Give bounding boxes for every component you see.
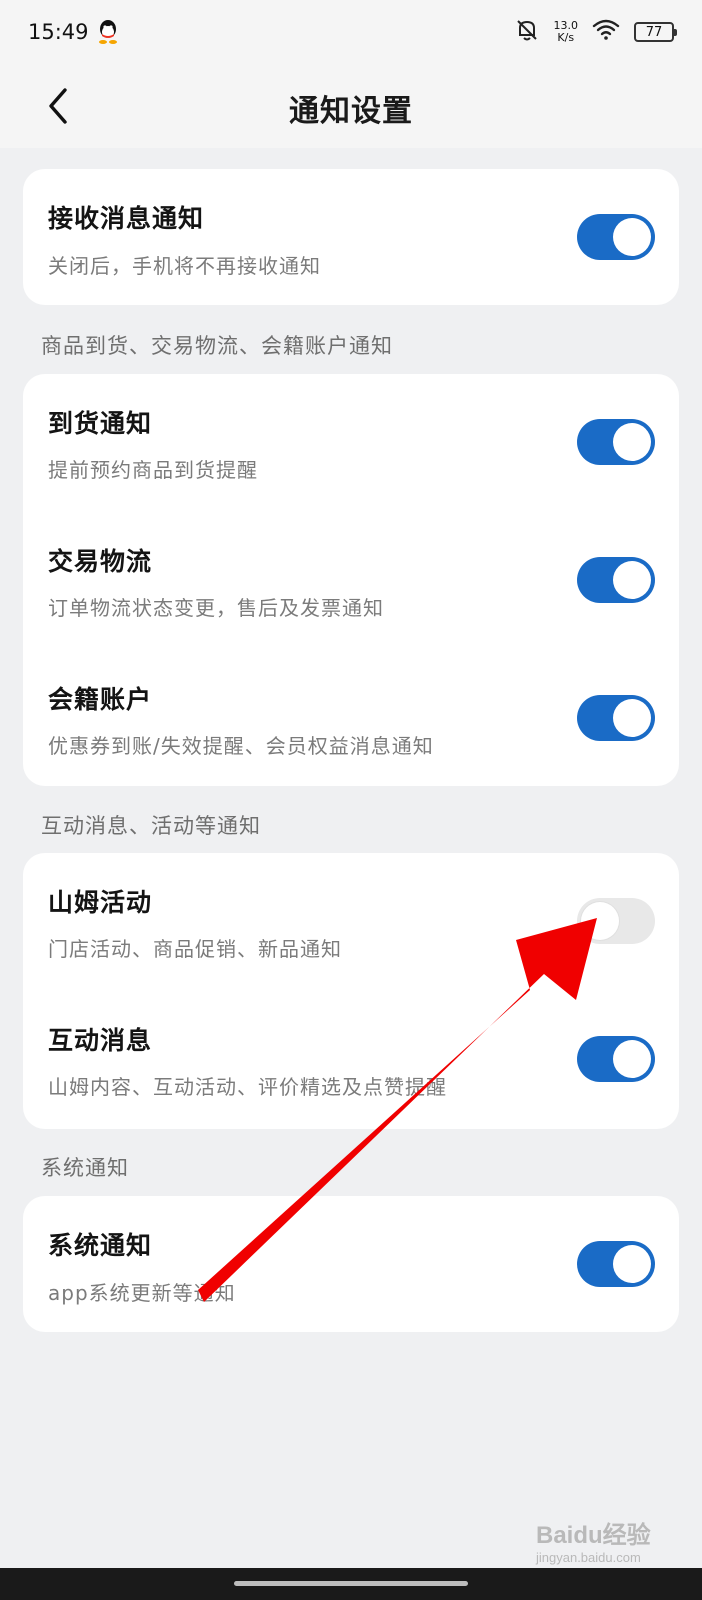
net-speed: 13.0 K/s <box>554 20 579 44</box>
setting-title: 交易物流 <box>48 547 153 576</box>
setting-row-membership: 会籍账户 优惠券到账/失效提醒、会员权益消息通知 <box>23 650 679 790</box>
master-notification-card: 接收消息通知 关闭后，手机将不再接收通知 <box>23 169 679 305</box>
system-notification-toggle[interactable] <box>577 1241 655 1287</box>
setting-subtitle: 优惠券到账/失效提醒、会员权益消息通知 <box>48 734 434 758</box>
setting-subtitle: 订单物流状态变更，售后及发票通知 <box>48 596 384 620</box>
toggle-knob <box>613 699 651 737</box>
logistics-notification-toggle[interactable] <box>577 557 655 603</box>
toggle-knob <box>613 218 651 256</box>
net-speed-unit: K/s <box>557 31 575 44</box>
setting-title: 山姆活动 <box>48 888 153 917</box>
section-label-system: 系统通知 <box>41 1156 129 1180</box>
setting-row-sam-activity: 山姆活动 门店活动、商品促销、新品通知 <box>23 853 679 993</box>
toggle-knob <box>613 1040 651 1078</box>
status-icons: 13.0 K/s 77 <box>514 17 677 48</box>
toggle-knob <box>613 561 651 599</box>
membership-notification-toggle[interactable] <box>577 695 655 741</box>
setting-subtitle: 提前预约商品到货提醒 <box>48 458 258 482</box>
status-time: 15:49 <box>28 20 89 44</box>
goods-logistics-card: 到货通知 提前预约商品到货提醒 交易物流 订单物流状态变更，售后及发票通知 会籍… <box>23 374 679 786</box>
receive-notifications-toggle[interactable] <box>577 214 655 260</box>
setting-row-system: 系统通知 app系统更新等通知 <box>23 1196 679 1336</box>
arrival-notification-toggle[interactable] <box>577 419 655 465</box>
nav-bar: 通知设置 <box>0 64 702 148</box>
setting-row-arrival: 到货通知 提前预约商品到货提醒 <box>23 374 679 514</box>
battery-level: 77 <box>645 24 663 40</box>
status-bar: 15:49 13.0 K/s 77 <box>0 0 702 64</box>
setting-row-logistics: 交易物流 订单物流状态变更，售后及发票通知 <box>23 512 679 652</box>
toggle-knob <box>613 423 651 461</box>
section-label-goods: 商品到货、交易物流、会籍账户通知 <box>41 334 393 358</box>
setting-row-receive-notifications: 接收消息通知 关闭后，手机将不再接收通知 <box>23 169 679 309</box>
battery-icon: 77 <box>634 22 677 42</box>
toggle-knob <box>613 1245 651 1283</box>
setting-title: 到货通知 <box>48 409 153 438</box>
setting-title: 互动消息 <box>48 1026 153 1055</box>
watermark: Baidu经验 jingyan.baidu.com <box>536 1515 651 1565</box>
setting-title: 系统通知 <box>48 1231 153 1260</box>
qq-icon <box>97 19 119 45</box>
setting-subtitle: 山姆内容、互动活动、评价精选及点赞提醒 <box>48 1075 447 1099</box>
page-title: 通知设置 <box>289 94 413 129</box>
interaction-card: 山姆活动 门店活动、商品促销、新品通知 互动消息 山姆内容、互动活动、评价精选及… <box>23 853 679 1129</box>
setting-title: 会籍账户 <box>48 685 153 714</box>
setting-subtitle: 门店活动、商品促销、新品通知 <box>48 937 342 961</box>
system-card: 系统通知 app系统更新等通知 <box>23 1196 679 1332</box>
interaction-messages-toggle[interactable] <box>577 1036 655 1082</box>
setting-subtitle: app系统更新等通知 <box>48 1281 236 1305</box>
watermark-url: jingyan.baidu.com <box>536 1550 641 1565</box>
setting-row-interaction-messages: 互动消息 山姆内容、互动活动、评价精选及点赞提醒 <box>23 991 679 1131</box>
toggle-knob <box>581 902 619 940</box>
section-label-interaction: 互动消息、活动等通知 <box>41 814 261 838</box>
setting-title: 接收消息通知 <box>48 204 205 233</box>
home-indicator[interactable] <box>234 1581 468 1586</box>
watermark-logo-text: Baidu经验 <box>536 1522 651 1549</box>
sam-activity-toggle[interactable] <box>577 898 655 944</box>
setting-subtitle: 关闭后，手机将不再接收通知 <box>48 254 321 278</box>
wifi-icon <box>592 19 620 46</box>
bell-off-icon <box>514 17 540 48</box>
